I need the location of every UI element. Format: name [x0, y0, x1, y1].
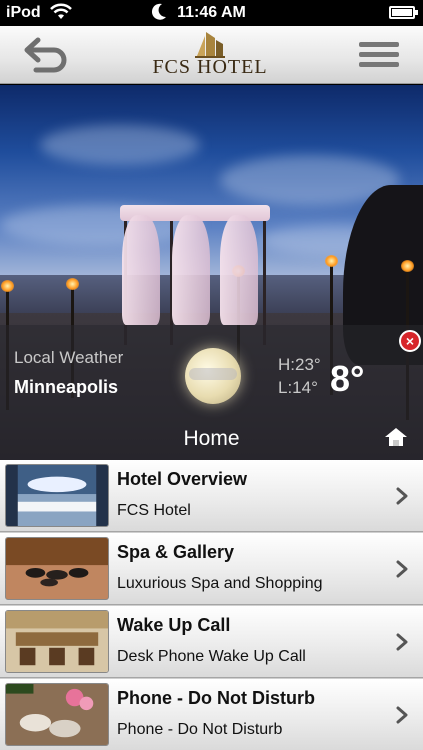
list-item-spa-gallery[interactable]: Spa & Gallery Luxurious Spa and Shopping	[0, 533, 423, 605]
hamburger-menu-icon[interactable]	[359, 42, 399, 70]
status-bar: iPod 11:46 AM	[0, 0, 423, 26]
building-icon	[195, 32, 225, 58]
item-title: Wake Up Call	[117, 615, 231, 635]
page-title: Home	[183, 427, 240, 450]
list-item-do-not-disturb[interactable]: Phone - Do Not Disturb Phone - Do Not Di…	[0, 679, 423, 750]
hotel-logo: FCS HOTEL	[130, 30, 290, 82]
item-subtitle: Desk Phone Wake Up Call	[117, 648, 306, 665]
weather-city: Minneapolis	[14, 377, 119, 397]
item-subtitle: Phone - Do Not Disturb	[117, 721, 283, 738]
weather-label: Local Weather	[14, 348, 124, 367]
chevron-right-icon	[396, 706, 408, 724]
item-title: Phone - Do Not Disturb	[117, 688, 315, 708]
item-subtitle: Luxurious Spa and Shopping	[117, 575, 323, 592]
list-item-hotel-overview[interactable]: Hotel Overview FCS Hotel	[0, 460, 423, 532]
item-title: Spa & Gallery	[117, 542, 235, 562]
menu-list: Hotel Overview FCS Hotel Spa & Gallery L…	[0, 460, 423, 750]
nav-bar: FCS HOTEL	[0, 26, 423, 84]
weather-low: L:14°	[278, 378, 318, 397]
hotel-desk-thumbnail	[5, 610, 109, 673]
weather-temperature: 8°	[330, 358, 365, 399]
chevron-right-icon	[396, 487, 408, 505]
item-title: Hotel Overview	[117, 469, 248, 489]
logo-text: FCS HOTEL	[152, 56, 268, 78]
close-icon[interactable]: ×	[399, 330, 421, 352]
moon-cloud-icon	[185, 348, 241, 404]
item-subtitle: FCS Hotel	[117, 502, 191, 519]
weather-high: H:23°	[278, 355, 321, 374]
battery-icon	[389, 6, 418, 19]
home-icon[interactable]	[384, 427, 408, 447]
list-item-wake-up-call[interactable]: Wake Up Call Desk Phone Wake Up Call	[0, 606, 423, 678]
spa-flower-thumbnail	[5, 683, 109, 746]
hotel-lobby-thumbnail	[5, 464, 109, 527]
chevron-right-icon	[396, 633, 408, 651]
chevron-right-icon	[396, 560, 408, 578]
back-button[interactable]	[22, 36, 70, 76]
spa-stones-thumbnail	[5, 537, 109, 600]
status-time: 11:46 AM	[177, 4, 246, 21]
